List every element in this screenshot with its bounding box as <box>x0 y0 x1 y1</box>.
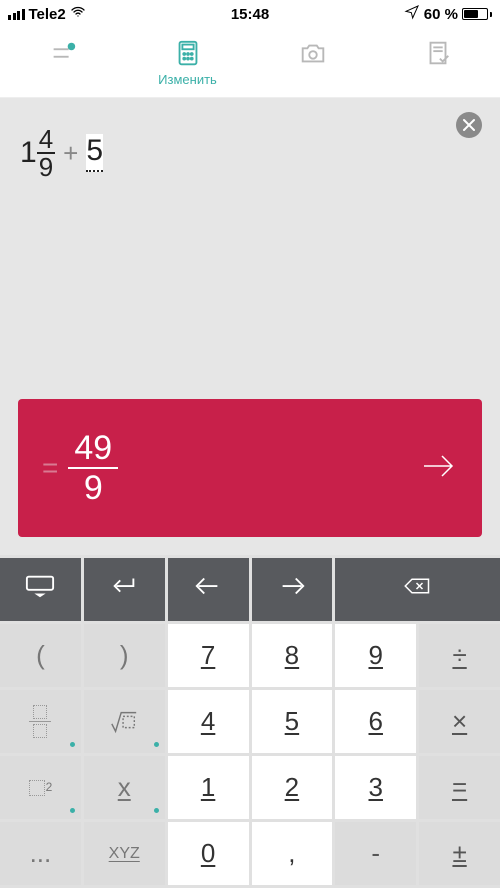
key-comma[interactable]: , <box>252 822 333 885</box>
status-time: 15:48 <box>231 6 269 23</box>
key-plusminus[interactable]: ± <box>419 822 500 885</box>
menu-icon <box>48 38 78 68</box>
key-hide-keyboard[interactable] <box>0 558 81 621</box>
tab-calculator[interactable]: Изменить <box>125 38 250 87</box>
key-left[interactable] <box>168 558 249 621</box>
result-expression: = 49 9 <box>42 429 118 507</box>
fraction-icon <box>29 705 51 738</box>
key-sqrt[interactable] <box>84 690 165 753</box>
key-power[interactable]: 2 <box>0 756 81 819</box>
key-equals[interactable]: = <box>419 756 500 819</box>
location-icon <box>404 4 420 24</box>
signal-icon <box>8 9 25 20</box>
enter-icon <box>109 574 139 605</box>
key-more[interactable]: ... <box>0 822 81 885</box>
key-1[interactable]: 1 <box>168 756 249 819</box>
key-right[interactable] <box>252 558 333 621</box>
key-backspace[interactable] <box>335 558 500 621</box>
sqrt-icon <box>109 709 139 735</box>
tab-notes[interactable] <box>375 38 500 68</box>
result-card[interactable]: = 49 9 <box>18 399 482 537</box>
arrow-left-icon <box>193 574 223 605</box>
show-steps-button[interactable] <box>418 446 458 491</box>
key-5[interactable]: 5 <box>252 690 333 753</box>
key-paren-open[interactable]: ( <box>0 624 81 687</box>
tab-camera[interactable] <box>250 38 375 68</box>
key-3[interactable]: 3 <box>335 756 416 819</box>
power-icon: 2 <box>29 780 53 796</box>
key-paren-close[interactable]: ) <box>84 624 165 687</box>
operator-plus: + <box>63 138 78 169</box>
keyboard: ( ) 7 8 9 ÷ 4 5 6 × 2 x 1 2 3 = ... XYZ … <box>0 555 500 888</box>
status-left: Tele2 <box>8 4 86 24</box>
denominator: 9 <box>37 154 55 180</box>
key-divide[interactable]: ÷ <box>419 624 500 687</box>
rhs-literal: 5 <box>86 134 103 172</box>
key-variable-x[interactable]: x <box>84 756 165 819</box>
calculator-icon <box>173 38 203 68</box>
clear-button[interactable] <box>456 112 482 138</box>
battery-icon <box>462 8 492 20</box>
arrow-right-icon <box>277 574 307 605</box>
status-bar: Tele2 15:48 60 % <box>0 0 500 28</box>
whole-part: 1 <box>20 136 37 170</box>
key-6[interactable]: 6 <box>335 690 416 753</box>
battery-percent: 60 % <box>424 6 458 23</box>
numerator: 4 <box>37 126 55 154</box>
notes-icon <box>423 38 453 68</box>
key-xyz[interactable]: XYZ <box>84 822 165 885</box>
key-minus[interactable]: - <box>335 822 416 885</box>
backspace-icon <box>403 574 433 605</box>
result-denominator: 9 <box>78 469 109 507</box>
mode-tabs: Изменить <box>0 28 500 98</box>
tab-menu[interactable] <box>0 38 125 68</box>
key-fraction[interactable] <box>0 690 81 753</box>
key-9[interactable]: 9 <box>335 624 416 687</box>
wifi-icon <box>70 4 86 24</box>
result-numerator: 49 <box>68 429 118 469</box>
status-right: 60 % <box>404 4 492 24</box>
carrier-label: Tele2 <box>29 6 66 23</box>
key-2[interactable]: 2 <box>252 756 333 819</box>
camera-icon <box>298 38 328 68</box>
key-multiply[interactable]: × <box>419 690 500 753</box>
key-enter[interactable] <box>84 558 165 621</box>
result-fraction: 49 9 <box>68 429 118 507</box>
key-7[interactable]: 7 <box>168 624 249 687</box>
equals-sign: = <box>42 452 58 484</box>
problem-area: 1 4 9 + 5 = 49 9 <box>0 98 500 555</box>
mixed-number: 1 4 9 <box>20 126 55 180</box>
key-0[interactable]: 0 <box>168 822 249 885</box>
expression-input[interactable]: 1 4 9 + 5 <box>0 98 500 190</box>
tab-calculator-label: Изменить <box>158 72 217 87</box>
fraction: 4 9 <box>37 126 55 180</box>
key-4[interactable]: 4 <box>168 690 249 753</box>
keyboard-hide-icon <box>25 574 55 605</box>
key-8[interactable]: 8 <box>252 624 333 687</box>
